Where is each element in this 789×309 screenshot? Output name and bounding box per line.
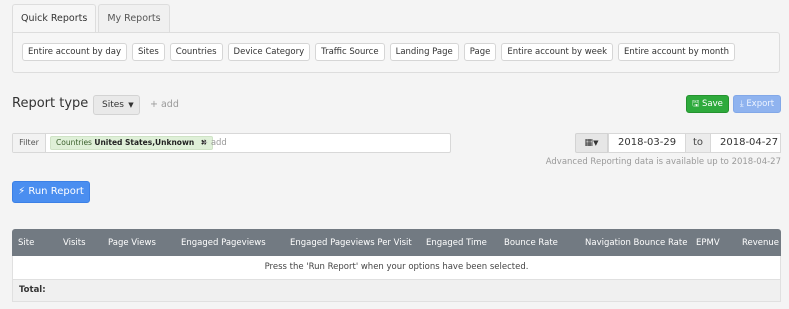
- report-type-dropdown[interactable]: Sites ▼: [93, 95, 140, 115]
- calendar-dropdown-button[interactable]: ▦▼: [575, 133, 608, 153]
- caret-down-icon: ▼: [593, 139, 599, 147]
- column-header-revenue[interactable]: Revenue: [742, 238, 779, 248]
- quick-report-list: Entire account by day Sites Countries De…: [22, 43, 740, 61]
- tab-my-reports[interactable]: My Reports: [98, 4, 170, 33]
- date-range-to-label: to: [686, 133, 710, 153]
- quick-report-landing-page[interactable]: Landing Page: [389, 43, 459, 61]
- end-date-input[interactable]: 2018-04-27: [710, 133, 781, 153]
- column-header-bounce-rate[interactable]: Bounce Rate: [504, 238, 558, 248]
- report-tabs: Quick Reports My Reports: [12, 4, 172, 34]
- quick-report-entire-account-by-week[interactable]: Entire account by week: [501, 43, 614, 61]
- quick-report-entire-account-by-month[interactable]: Entire account by month: [618, 43, 736, 61]
- bolt-icon: ⚡: [18, 186, 26, 197]
- save-button[interactable]: 🖫 Save: [686, 95, 729, 113]
- empty-table-message: Press the 'Run Report' when your options…: [12, 256, 781, 280]
- add-filter-link[interactable]: + add: [201, 138, 227, 148]
- quick-report-sites[interactable]: Sites: [132, 43, 165, 61]
- quick-reports-panel: Entire account by day Sites Countries De…: [12, 32, 780, 73]
- quick-report-countries[interactable]: Countries: [169, 43, 223, 61]
- column-header-engaged-time[interactable]: Engaged Time: [426, 238, 487, 248]
- filter-bar: Filter Countries United States,Unknown ✖…: [12, 133, 451, 153]
- filter-tag-key: Countries: [56, 138, 92, 147]
- download-icon: ⤓: [739, 99, 744, 109]
- column-header-site[interactable]: Site: [18, 238, 34, 248]
- total-row: Total:: [12, 280, 781, 302]
- caret-down-icon: ▼: [125, 101, 134, 109]
- export-label: Export: [746, 99, 775, 109]
- filter-label: Filter: [13, 134, 46, 152]
- column-header-page-views[interactable]: Page Views: [108, 238, 156, 248]
- report-type-heading: Report type>: [12, 96, 103, 111]
- quick-report-entire-account-by-day[interactable]: Entire account by day: [22, 43, 128, 61]
- column-header-engaged-pageviews-per-visit[interactable]: Engaged Pageviews Per Visit: [290, 238, 412, 248]
- run-report-button[interactable]: ⚡ Run Report: [12, 181, 90, 203]
- run-report-label: Run Report: [28, 186, 84, 197]
- quick-report-device-category[interactable]: Device Category: [227, 43, 311, 61]
- column-header-engaged-pageviews[interactable]: Engaged Pageviews: [181, 238, 266, 248]
- report-type-selected: Sites: [102, 100, 124, 110]
- total-label: Total:: [19, 285, 46, 295]
- quick-report-page[interactable]: Page: [463, 43, 497, 61]
- data-availability-note: Advanced Reporting data is available up …: [545, 157, 781, 167]
- column-header-visits[interactable]: Visits: [63, 238, 86, 248]
- start-date-input[interactable]: 2018-03-29: [608, 133, 686, 153]
- report-type-label: Report type: [12, 96, 89, 111]
- filter-tag-countries[interactable]: Countries United States,Unknown ✖: [50, 136, 213, 150]
- add-report-type-link[interactable]: + add: [150, 99, 179, 110]
- floppy-icon: 🖫: [692, 99, 700, 109]
- export-button[interactable]: ⤓ Export: [733, 95, 781, 113]
- filter-tag-value: United States,Unknown: [94, 138, 195, 147]
- save-label: Save: [702, 99, 723, 109]
- column-header-epmv[interactable]: EPMV: [696, 238, 720, 248]
- calendar-icon: ▦: [584, 138, 594, 148]
- tab-quick-reports[interactable]: Quick Reports: [12, 4, 97, 34]
- quick-report-traffic-source[interactable]: Traffic Source: [315, 43, 385, 61]
- column-header-navigation-bounce-rate[interactable]: Navigation Bounce Rate: [585, 238, 687, 248]
